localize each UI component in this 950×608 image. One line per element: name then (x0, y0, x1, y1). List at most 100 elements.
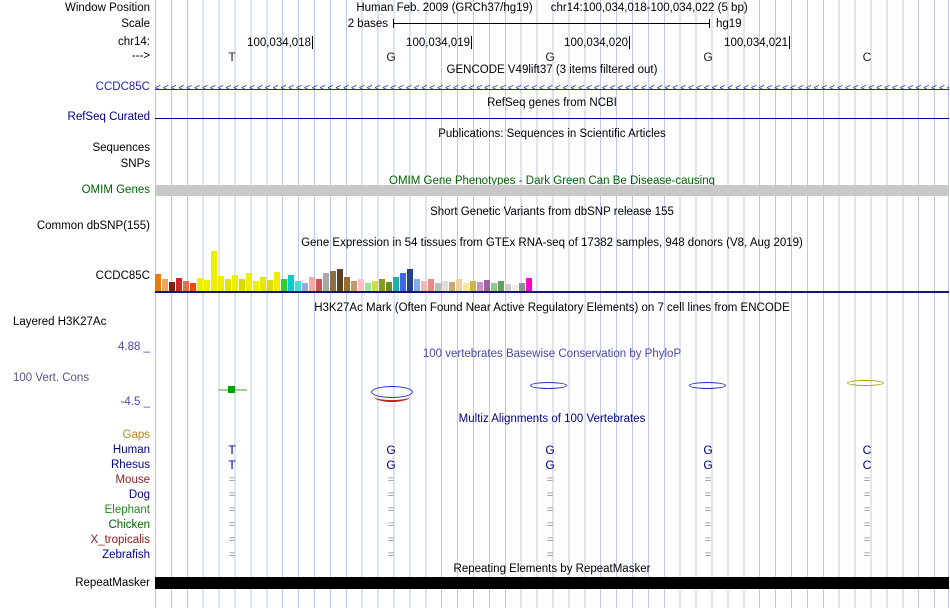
refseq-gene-line[interactable] (155, 118, 949, 119)
gtex-expression-bar[interactable] (463, 283, 469, 291)
gtex-expression-bar[interactable] (351, 281, 357, 291)
gtex-expression-bar[interactable] (295, 281, 301, 291)
gtex-expression-bar[interactable] (414, 279, 420, 291)
gtex-expression-bar[interactable] (225, 279, 231, 291)
species-label-human[interactable]: Human (0, 443, 150, 458)
gtex-expression-bar[interactable] (365, 283, 371, 291)
gtex-expression-bar[interactable] (456, 279, 462, 291)
gtex-expression-bar[interactable] (491, 283, 497, 291)
gtex-expression-bar[interactable] (421, 281, 427, 291)
gtex-expression-bar[interactable] (442, 281, 448, 291)
repeatmasker-track-title[interactable]: Repeating Elements by RepeatMasker (155, 563, 949, 576)
gtex-expression-bar[interactable] (197, 278, 203, 291)
gtex-expression-bar[interactable] (358, 279, 364, 291)
species-label-gaps[interactable]: Gaps (0, 428, 151, 443)
species-label-mouse[interactable]: Mouse (0, 473, 150, 488)
gtex-expression-bar[interactable] (505, 284, 511, 291)
gtex-expression-bar[interactable] (484, 280, 490, 291)
repeatmasker-track-label[interactable]: RepeatMasker (0, 577, 150, 590)
alignment-cell: = (228, 504, 236, 516)
species-label-x_tropicalis[interactable]: X_tropicalis (0, 533, 150, 548)
conservation-mark-3[interactable] (530, 382, 567, 389)
publications-track-title[interactable]: Publications: Sequences in Scientific Ar… (155, 128, 949, 141)
conservation-mark-2-negative[interactable] (374, 391, 410, 402)
conservation-mark-5[interactable] (847, 380, 884, 386)
dbsnp-track-title[interactable]: Short Genetic Variants from dbSNP releas… (155, 206, 949, 219)
h3k27ac-track-title[interactable]: H3K27Ac Mark (Often Found Near Active Re… (155, 302, 949, 315)
gtex-expression-bar[interactable] (281, 279, 287, 291)
gtex-expression-bar[interactable] (526, 278, 532, 291)
refseq-curated-label[interactable]: RefSeq Curated (0, 111, 150, 124)
gtex-expression-bar[interactable] (470, 281, 476, 291)
multiz-row-gaps: Gaps (0, 428, 950, 443)
gtex-expression-bar[interactable] (176, 278, 182, 291)
coordinate-label: 100,034,018 (247, 36, 313, 49)
gtex-expression-bar[interactable] (162, 279, 168, 291)
publications-snps-label[interactable]: SNPs (0, 158, 150, 171)
ruler-base: G (545, 50, 555, 64)
scale-label: Scale (121, 18, 150, 30)
gtex-expression-bar[interactable] (204, 280, 210, 291)
gtex-expression-bar[interactable] (477, 282, 483, 291)
gtex-expression-bar[interactable] (344, 277, 350, 291)
dbsnp-common-label[interactable]: Common dbSNP(155) (0, 220, 150, 233)
species-label-rhesus[interactable]: Rhesus (0, 458, 150, 473)
alignment-cell: = (863, 519, 871, 531)
gtex-expression-bar[interactable] (169, 282, 175, 291)
multiz-track-title[interactable]: Multiz Alignments of 100 Vertebrates (155, 413, 949, 426)
gtex-expression-bar[interactable] (288, 275, 294, 291)
gtex-expression-bar[interactable] (246, 273, 252, 291)
gtex-expression-bar[interactable] (386, 282, 392, 291)
gtex-expression-bar[interactable] (232, 275, 238, 291)
gtex-expression-bar[interactable] (316, 279, 322, 291)
gtex-expression-bar[interactable] (498, 281, 504, 291)
gtex-expression-bar[interactable] (274, 272, 280, 291)
gtex-expression-bar[interactable] (379, 279, 385, 291)
h3k27ac-track-label[interactable]: Layered H3K27Ac (13, 316, 106, 329)
gtex-gene-label[interactable]: CCDC85C (0, 270, 150, 283)
gtex-expression-bar[interactable] (449, 282, 455, 291)
gtex-expression-bar[interactable] (407, 269, 413, 291)
species-label-elephant[interactable]: Elephant (0, 503, 150, 518)
gtex-expression-bar[interactable] (267, 280, 273, 291)
gtex-expression-bar[interactable] (393, 277, 399, 291)
gtex-expression-bar[interactable] (218, 276, 224, 291)
gtex-expression-bar[interactable] (190, 283, 196, 291)
species-label-dog[interactable]: Dog (0, 488, 150, 503)
gtex-expression-bar[interactable] (302, 283, 308, 291)
window-position-label: Window Position (64, 2, 150, 14)
alignment-cell: = (228, 519, 236, 531)
gencode-track-title[interactable]: GENCODE V49lift37 (3 items filtered out) (155, 64, 949, 77)
gtex-expression-bar[interactable] (211, 251, 217, 291)
gtex-expression-bar[interactable] (239, 279, 245, 291)
scale-bar (393, 19, 710, 28)
species-label-chicken[interactable]: Chicken (0, 518, 150, 533)
gtex-expression-bar[interactable] (435, 283, 441, 291)
gtex-expression-bar[interactable] (323, 273, 329, 291)
gtex-expression-bar[interactable] (372, 281, 378, 291)
species-label-zebrafish[interactable]: Zebrafish (0, 548, 150, 563)
gencode-gene-line[interactable]: <<<<<<<<<<<<<<<<<<<<<<<<<<<<<<<<<<<<<<<<… (155, 83, 949, 95)
refseq-track-title[interactable]: RefSeq genes from NCBI (155, 97, 949, 110)
conservation-mark-4[interactable] (689, 382, 726, 389)
conservation-mark-1-peak[interactable] (228, 386, 235, 393)
gtex-track-title[interactable]: Gene Expression in 54 tissues from GTEx … (155, 237, 949, 250)
gtex-expression-bar[interactable] (309, 277, 315, 291)
omim-genes-label[interactable]: OMIM Genes (0, 184, 150, 197)
gencode-gene-label[interactable]: CCDC85C (0, 81, 150, 94)
gtex-expression-bar[interactable] (330, 271, 336, 291)
repeatmasker-bar[interactable] (155, 577, 949, 589)
omim-gene-bar[interactable] (155, 185, 949, 196)
conservation-track-title[interactable]: 100 vertebrates Basewise Conservation by… (155, 348, 949, 361)
publications-sequences-label[interactable]: Sequences (0, 142, 150, 155)
conservation-track-label[interactable]: 100 Vert. Cons (13, 372, 89, 385)
gtex-expression-bar[interactable] (253, 281, 259, 291)
gtex-expression-bar[interactable] (519, 283, 525, 291)
gtex-expression-bar[interactable] (155, 274, 161, 291)
gtex-expression-bar[interactable] (260, 277, 266, 291)
gtex-expression-bar[interactable] (400, 273, 406, 291)
alignment-cell: = (863, 489, 871, 501)
gtex-expression-bar[interactable] (337, 269, 343, 291)
gtex-expression-bar[interactable] (183, 281, 189, 291)
gtex-expression-bar[interactable] (428, 279, 434, 291)
